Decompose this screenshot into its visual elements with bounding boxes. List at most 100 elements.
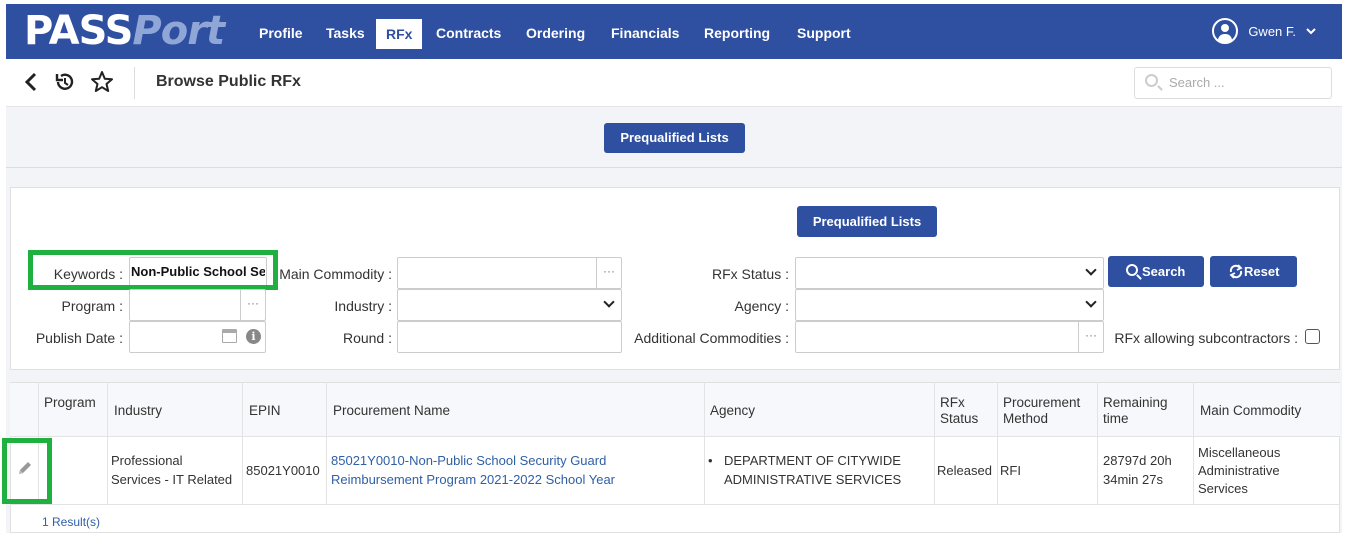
chevron-down-icon xyxy=(1306,28,1316,35)
header-line: Method xyxy=(1003,411,1049,426)
column-divider xyxy=(1097,382,1098,505)
table-row-epin: 85021Y0010 xyxy=(246,463,320,478)
history-icon[interactable] xyxy=(54,71,76,93)
search-placeholder: Search ... xyxy=(1169,75,1225,90)
column-divider xyxy=(242,382,243,505)
divider xyxy=(6,167,1342,168)
column-header-procurement-method[interactable]: Procurement Method xyxy=(1003,395,1080,427)
cell-line: Services - IT Related xyxy=(111,472,233,487)
column-header-program[interactable]: Program xyxy=(44,395,96,411)
passport-logo[interactable]: PASSPort xyxy=(24,6,225,56)
edit-highlight xyxy=(2,438,52,504)
keywords-highlight xyxy=(28,250,278,290)
result-count: 1 Result(s) xyxy=(42,515,101,529)
table-row-industry: Professional Services - IT Related xyxy=(111,453,232,488)
calendar-icon[interactable] xyxy=(222,329,237,343)
additional-commodities-label: Additional Commodities : xyxy=(634,330,789,346)
reset-button[interactable]: Reset xyxy=(1210,256,1297,287)
cell-line: 85021Y0010-Non-Public School Security Gu… xyxy=(331,453,607,468)
chevron-down-icon xyxy=(603,296,615,308)
publish-date-label: Publish Date : xyxy=(35,330,123,346)
table-row-status: Released xyxy=(937,463,992,478)
search-icon xyxy=(1126,264,1138,276)
prequalified-lists-button[interactable]: Prequalified Lists xyxy=(604,123,745,153)
column-header-rfx-status[interactable]: RFx Status xyxy=(940,395,978,427)
subcontractors-label: RFx allowing subcontractors : xyxy=(1114,330,1298,346)
nav-profile[interactable]: Profile xyxy=(253,20,309,48)
subcontractors-checkbox[interactable] xyxy=(1305,329,1320,344)
additional-commodities-input[interactable]: ··· xyxy=(795,321,1104,353)
reset-button-label: Reset xyxy=(1244,264,1280,279)
rfx-status-select[interactable] xyxy=(795,257,1104,289)
nav-tasks[interactable]: Tasks xyxy=(320,20,371,48)
search-icon xyxy=(1145,74,1158,87)
nav-financials[interactable]: Financials xyxy=(605,20,685,48)
column-divider xyxy=(1193,382,1194,505)
column-divider xyxy=(997,382,998,505)
industry-label: Industry : xyxy=(334,298,392,314)
chevron-down-icon xyxy=(1085,296,1097,308)
star-icon[interactable] xyxy=(90,70,114,94)
info-icon[interactable]: i xyxy=(246,329,261,344)
prequalified-lists-panel-button[interactable]: Prequalified Lists xyxy=(797,206,937,237)
table-row-agency: • DEPARTMENT OF CITYWIDE ADMINISTRATIVE S… xyxy=(708,453,901,488)
column-header-procurement-name[interactable]: Procurement Name xyxy=(333,403,450,419)
refresh-icon xyxy=(1229,264,1243,279)
column-header-remaining-time[interactable]: Remaining time xyxy=(1103,395,1168,427)
nav-reporting[interactable]: Reporting xyxy=(698,20,776,48)
search-button-label: Search xyxy=(1142,264,1186,279)
table-row-method: RFI xyxy=(1000,463,1021,478)
more-icon[interactable]: ··· xyxy=(240,290,265,320)
procurement-name-link[interactable]: 85021Y0010-Non-Public School Security Gu… xyxy=(331,453,615,488)
agency-label: Agency : xyxy=(734,298,789,314)
program-input[interactable]: ··· xyxy=(129,289,266,321)
more-icon[interactable]: ··· xyxy=(596,258,621,288)
global-search-input[interactable]: Search ... xyxy=(1134,67,1332,99)
cell-line: Reimbursement Program 2021-2022 School Y… xyxy=(331,472,616,487)
cell-line: 28797d 20h xyxy=(1103,453,1172,468)
search-button[interactable]: Search xyxy=(1108,256,1204,287)
column-header-industry[interactable]: Industry xyxy=(114,403,162,419)
table-row-main-commodity: Miscellaneous Administrative Services xyxy=(1198,444,1280,498)
more-icon[interactable]: ··· xyxy=(1078,322,1103,352)
rfx-status-label: RFx Status : xyxy=(711,266,789,282)
chevron-down-icon xyxy=(1085,264,1097,276)
top-navbar: PASSPort Profile Tasks RFx Contracts Ord… xyxy=(6,4,1342,59)
header-line: RFx xyxy=(940,395,965,410)
nav-contracts[interactable]: Contracts xyxy=(430,20,507,48)
cell-line: Professional xyxy=(111,453,183,468)
column-header-main-commodity[interactable]: Main Commodity xyxy=(1200,403,1301,419)
nav-support[interactable]: Support xyxy=(791,20,857,48)
page-title: Browse Public RFx xyxy=(156,73,301,90)
industry-select[interactable] xyxy=(397,289,622,321)
cell-line: Services xyxy=(1198,481,1248,496)
user-name: Gwen F. xyxy=(1248,23,1296,39)
column-divider xyxy=(107,382,108,505)
user-menu[interactable]: Gwen F. xyxy=(1212,18,1316,44)
header-line: time xyxy=(1103,411,1129,426)
cell-line: DEPARTMENT OF CITYWIDE xyxy=(724,453,901,468)
chevron-left-icon[interactable] xyxy=(24,72,38,92)
nav-rfx[interactable]: RFx xyxy=(376,19,423,49)
column-divider xyxy=(704,382,705,505)
agency-select[interactable] xyxy=(795,289,1104,321)
column-header-agency[interactable]: Agency xyxy=(710,403,755,419)
cell-line: ADMINISTRATIVE SERVICES xyxy=(724,472,902,487)
main-commodity-input[interactable]: ··· xyxy=(397,257,622,289)
nav-ordering[interactable]: Ordering xyxy=(520,20,591,48)
toolbar-divider xyxy=(134,67,135,99)
column-header-epin[interactable]: EPIN xyxy=(249,403,281,419)
table-row-remaining-time: 28797d 20h 34min 27s xyxy=(1103,453,1172,488)
column-divider xyxy=(934,382,935,505)
round-input[interactable] xyxy=(397,321,622,353)
main-commodity-label: Main Commodity : xyxy=(279,266,392,282)
user-avatar-icon xyxy=(1212,18,1239,44)
table-row-divider xyxy=(10,504,1340,505)
cell-line: 34min 27s xyxy=(1103,472,1163,487)
round-label: Round : xyxy=(342,330,392,346)
header-line: Status xyxy=(940,411,979,426)
program-label: Program : xyxy=(61,298,123,314)
column-divider xyxy=(326,382,327,505)
bullet: • xyxy=(708,453,713,468)
page-toolbar: Browse Public RFx Search ... xyxy=(6,59,1342,107)
